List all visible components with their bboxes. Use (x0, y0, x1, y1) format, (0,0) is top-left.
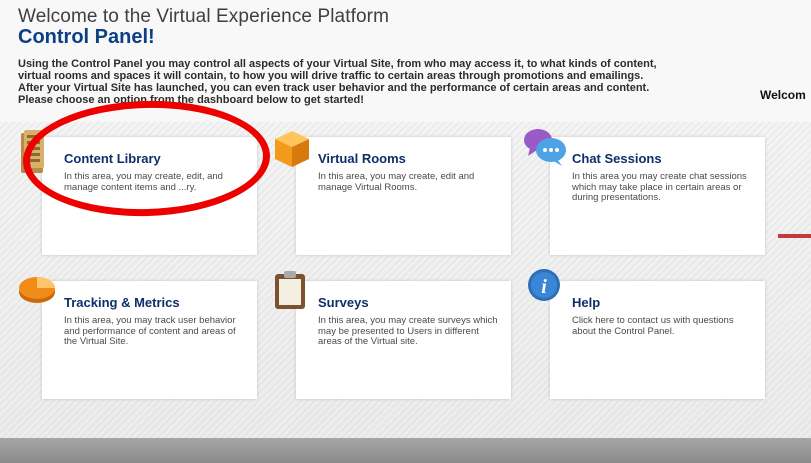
svg-text:i: i (541, 276, 547, 298)
intro-text: Using the Control Panel you may control … (18, 58, 758, 106)
intro-line: After your Virtual Site has launched, yo… (18, 82, 650, 94)
cube-icon (271, 128, 313, 175)
card-description: In this area, you may create, edit and m… (318, 171, 475, 193)
card-description: In this area, you may create, edit, and … (64, 171, 223, 193)
info-icon: i (527, 268, 561, 307)
pie-chart-icon (17, 270, 57, 311)
card-title: Content Library (64, 151, 161, 166)
card-title: Chat Sessions (572, 151, 662, 166)
card-description: In this area you may create chat session… (572, 171, 747, 203)
welcome-side-label: Welcom (760, 88, 806, 102)
card-surveys[interactable]: Surveys In this area, you may create sur… (296, 281, 511, 399)
intro-line: virtual rooms and spaces it will contain… (18, 70, 644, 82)
card-virtual-rooms[interactable]: Virtual Rooms In this area, you may crea… (296, 137, 511, 255)
card-title: Tracking & Metrics (64, 295, 180, 310)
intro-line: Please choose an option from the dashboa… (18, 94, 364, 106)
card-description: In this area, you may create surveys whi… (318, 315, 498, 347)
chat-bubbles-icon (522, 126, 568, 173)
card-title: Help (572, 295, 601, 310)
clipboard-icon (273, 270, 307, 315)
card-content-library[interactable]: Content Library In this area, you may cr… (42, 137, 257, 255)
page-title: Control Panel! (18, 26, 155, 48)
side-accent-line (778, 234, 811, 238)
card-title: Virtual Rooms (318, 151, 406, 166)
intro-line: Using the Control Panel you may control … (18, 58, 657, 70)
card-chat-sessions[interactable]: Chat Sessions In this area you may creat… (550, 137, 765, 255)
card-description: In this area, you may track user behavio… (64, 315, 236, 347)
card-tracking-metrics[interactable]: Tracking & Metrics In this area, you may… (42, 281, 257, 399)
welcome-heading: Welcome to the Virtual Experience Platfo… (18, 6, 389, 27)
card-description: Click here to contact us with questions … (572, 315, 734, 337)
footer-bar (0, 438, 811, 463)
card-title: Surveys (318, 295, 369, 310)
card-help[interactable]: Help Click here to contact us with quest… (550, 281, 765, 399)
books-icon (18, 129, 48, 180)
